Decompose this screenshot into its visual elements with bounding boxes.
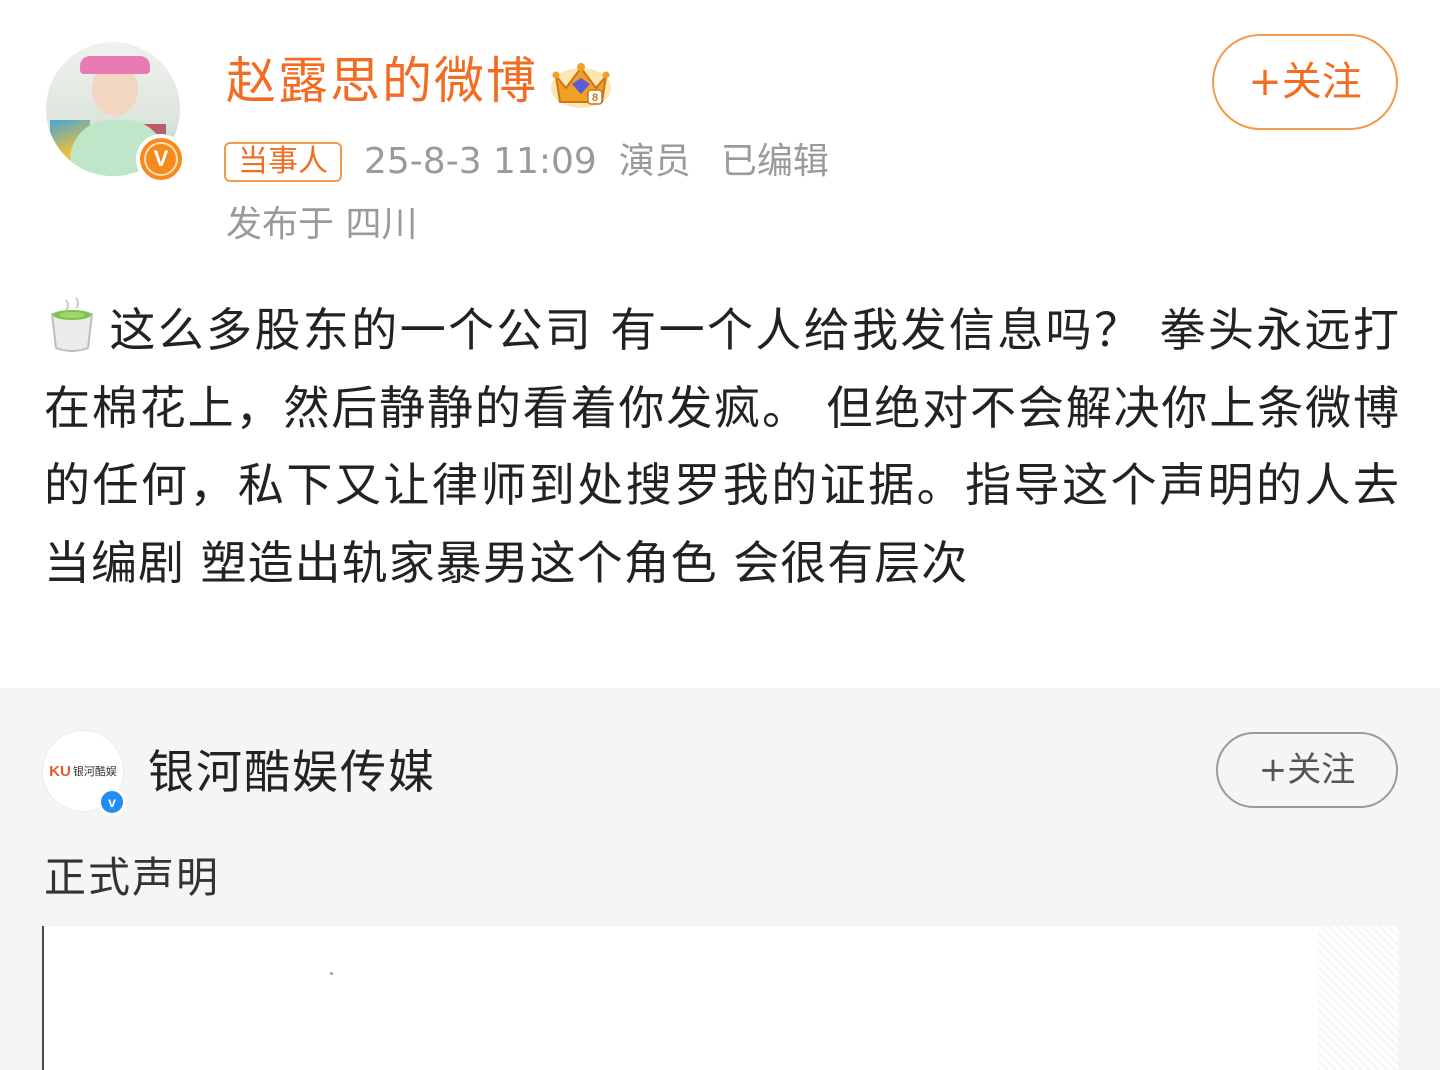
repost-follow-button[interactable]: +关注 (1216, 732, 1398, 808)
verified-orange-v-icon: V (136, 134, 186, 184)
crown-member-icon: 8 (551, 63, 611, 108)
statement-image[interactable] (42, 926, 1398, 1070)
repost-avatar-logo-sub: 银河酷娱 (72, 766, 117, 778)
author-name[interactable]: 赵露思的微博 (226, 50, 538, 112)
post-body-text: 这么多股东的一个公司 有一个人给我发信息吗？ 拳头永远打在棉花上，然后静静的看着… (44, 303, 1400, 590)
author-role: 演员 (618, 141, 691, 182)
post-location: 发布于 四川 (226, 204, 418, 245)
edited-label[interactable]: 已编辑 (721, 140, 829, 184)
post-timestamp: 25-8-3 11:09 (364, 141, 597, 182)
tea-cup-emoji-icon (50, 297, 94, 352)
repost-avatar-logo: KU (49, 762, 71, 780)
weibo-post-page: V 赵露思的微博 8 +关注 当事人 25-8-3 11:09 演员 已编辑 发… (0, 0, 1440, 1070)
repost-author-name[interactable]: 银河酷娱传媒 (148, 740, 436, 804)
verified-blue-v-icon: v (98, 788, 126, 816)
party-tag-badge: 当事人 (224, 142, 342, 182)
repost-text: 正式声明 (44, 853, 221, 902)
follow-button[interactable]: +关注 (1212, 34, 1398, 130)
post-body: 这么多股东的一个公司 有一个人给我发信息吗？ 拳头永远打在棉花上，然后静静的看着… (44, 292, 1400, 602)
reposted-card[interactable]: KU 银河酷娱 v 银河酷娱传媒 +关注 正式声明 (0, 688, 1440, 1070)
svg-text:8: 8 (592, 92, 598, 104)
post-meta: 当事人 25-8-3 11:09 演员 已编辑 (224, 140, 829, 184)
